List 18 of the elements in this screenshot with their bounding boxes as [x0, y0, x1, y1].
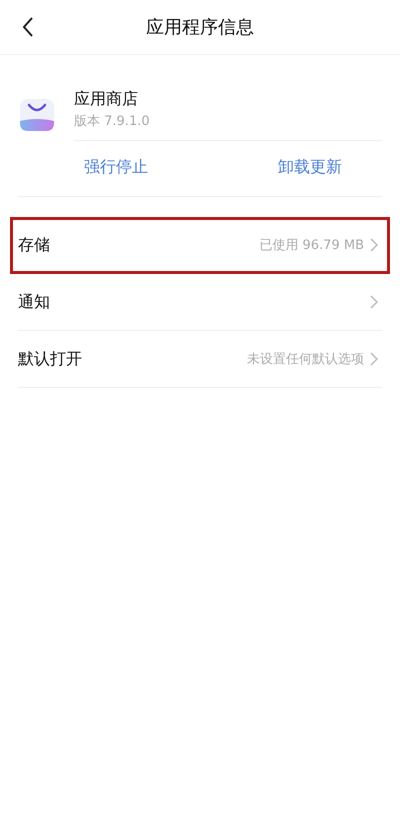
page-title: 应用程序信息 — [146, 16, 254, 39]
setting-label: 默认打开 — [18, 348, 83, 370]
back-icon — [22, 17, 34, 37]
setting-value: 已使用 96.79 MB — [259, 237, 364, 254]
chevron-icon — [370, 352, 378, 366]
setting-label: 存储 — [18, 234, 51, 256]
setting-row[interactable]: 通知 — [18, 274, 382, 331]
app-version: 版本 7.9.1.0 — [74, 113, 151, 130]
setting-label: 通知 — [18, 292, 51, 312]
highlighted-setting-row[interactable]: 存储 已使用 96.79 MB — [10, 217, 390, 274]
action-button[interactable]: 强行停止 — [84, 153, 148, 182]
action-button[interactable]: 卸载更新 — [278, 153, 342, 182]
chevron-icon — [370, 238, 378, 252]
app-icon — [20, 99, 54, 131]
chevron-icon — [370, 295, 378, 309]
setting-value: 未设置任何默认选项 — [247, 351, 364, 368]
app-name: 应用商店 — [74, 89, 139, 110]
setting-row[interactable]: 默认打开 未设置任何默认选项 — [18, 331, 382, 388]
